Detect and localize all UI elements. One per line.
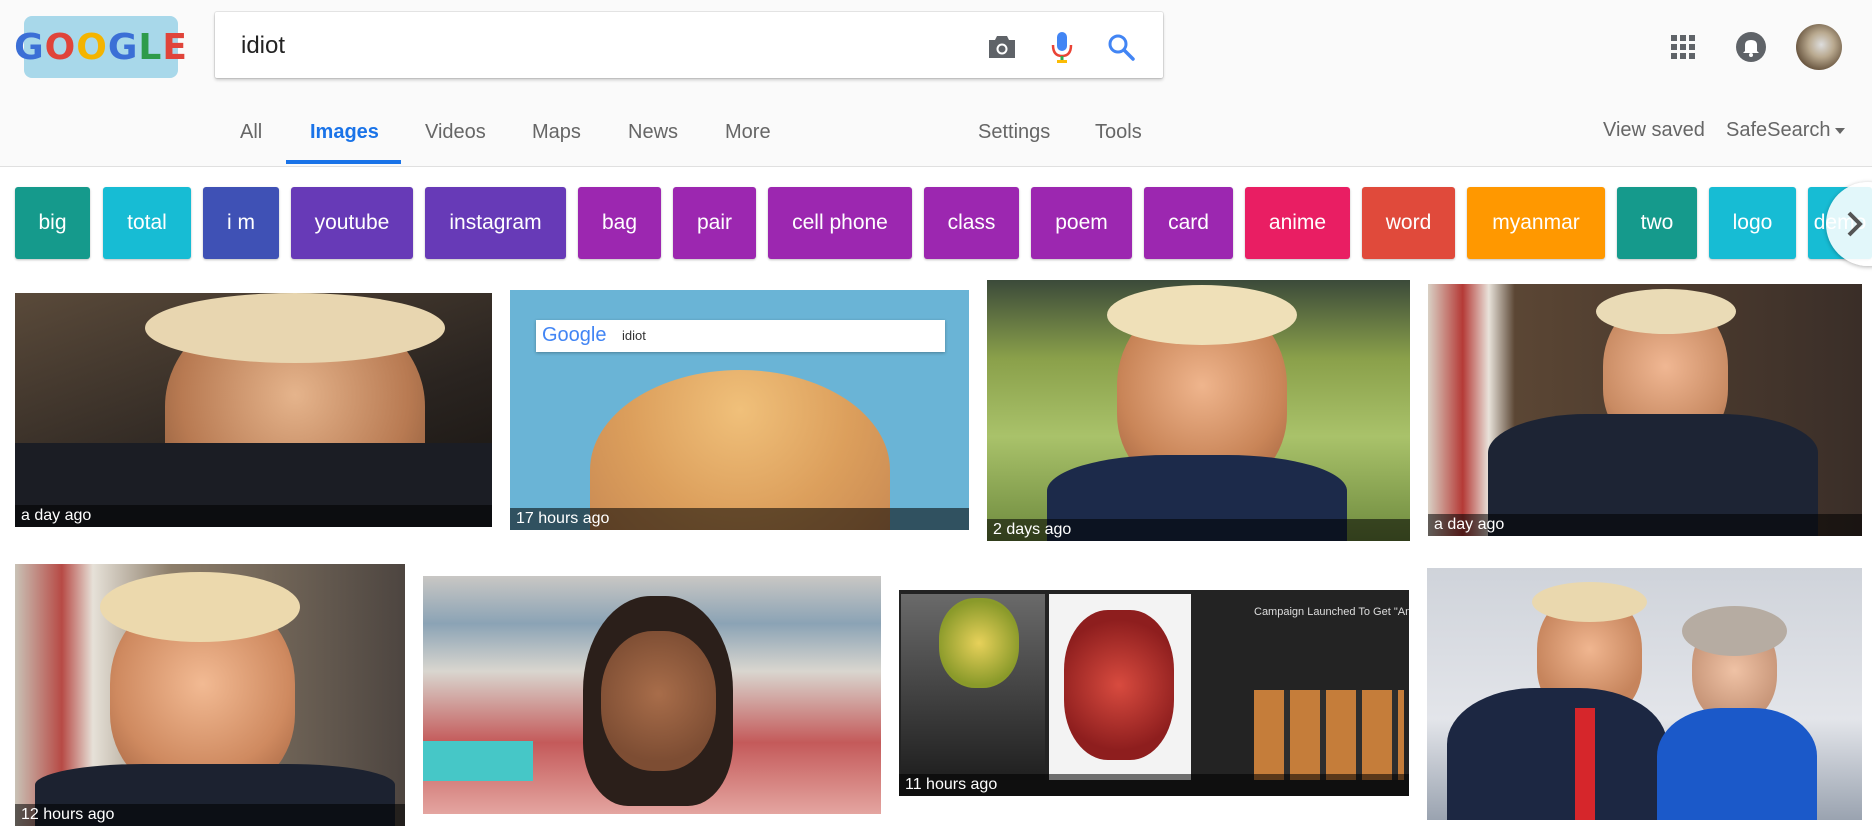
related-chip[interactable]: total: [103, 187, 191, 259]
chip-label: two: [1640, 211, 1674, 234]
caret-down-icon: [1834, 127, 1845, 134]
photo-google-logo: Google: [542, 324, 607, 346]
chip-label: bag: [601, 211, 638, 234]
photo-hair: [1596, 289, 1736, 334]
tab-more[interactable]: More: [725, 100, 771, 164]
chip-label: myanmar: [1492, 211, 1580, 234]
chip-label: big: [38, 211, 67, 234]
image-result[interactable]: Campaign Launched To Get "Americ 11 hour…: [899, 590, 1409, 796]
image-result[interactable]: a day ago: [15, 293, 492, 527]
related-chip[interactable]: poem: [1031, 187, 1132, 259]
photo-hair: [939, 598, 1019, 688]
photo-hair: [1532, 582, 1647, 622]
chip-label: poem: [1055, 211, 1108, 234]
related-chip[interactable]: cell phone: [768, 187, 912, 259]
active-tab-indicator: [286, 160, 401, 164]
chip-label: class: [947, 211, 996, 234]
chip-label: total: [127, 211, 167, 234]
logo-letter: G: [14, 26, 45, 68]
image-result[interactable]: 12 hours ago: [15, 564, 405, 826]
photo-grenade: [1064, 610, 1174, 760]
image-timestamp: 2 days ago: [987, 519, 1410, 541]
photo-jacket: [1657, 708, 1817, 820]
related-chip[interactable]: two: [1617, 187, 1697, 259]
chip-label: anime: [1268, 211, 1327, 234]
safesearch-menu[interactable]: SafeSearch: [1726, 100, 1845, 160]
image-result[interactable]: [423, 576, 881, 814]
google-doodle-logo[interactable]: GOOGLE: [14, 16, 187, 78]
logo-letter: O: [76, 26, 108, 68]
logo-letter: O: [44, 26, 77, 68]
chip-label: cell phone: [792, 211, 888, 234]
related-chip[interactable]: class: [924, 187, 1019, 259]
photo-hair: [1107, 285, 1297, 345]
camera-icon[interactable]: [985, 30, 1019, 64]
photo-hair: [145, 293, 445, 363]
chip-label: i m: [227, 211, 255, 234]
photo-head: [590, 370, 890, 530]
image-result[interactable]: [1427, 568, 1862, 820]
apps-grid-icon[interactable]: [1666, 30, 1700, 64]
photo-suit: [1447, 688, 1667, 820]
related-chip[interactable]: pair: [673, 187, 756, 259]
search-box: [215, 12, 1163, 78]
logo-letter: L: [138, 26, 163, 68]
photo-searchbar: Google idiot: [536, 320, 945, 352]
tab-images[interactable]: Images: [310, 100, 379, 164]
notifications-bell-icon[interactable]: [1734, 30, 1768, 64]
tab-all[interactable]: All: [240, 100, 262, 164]
related-chip[interactable]: logo: [1709, 187, 1796, 259]
tab-videos[interactable]: Videos: [425, 100, 486, 164]
image-timestamp: 12 hours ago: [15, 804, 405, 826]
image-timestamp: 11 hours ago: [899, 774, 1409, 796]
safesearch-label: SafeSearch: [1726, 119, 1831, 141]
chip-label: logo: [1732, 211, 1773, 234]
related-chip[interactable]: instagram: [425, 187, 566, 259]
image-result[interactable]: a day ago: [1428, 284, 1862, 536]
photo-caption: Campaign Launched To Get "Americ: [1254, 606, 1409, 618]
account-avatar[interactable]: [1796, 24, 1842, 70]
logo-letter: G: [107, 26, 139, 68]
photo-face: [601, 631, 716, 771]
image-timestamp: a day ago: [1428, 514, 1862, 536]
image-result[interactable]: 2 days ago: [987, 280, 1410, 541]
image-timestamp: a day ago: [15, 505, 492, 527]
chip-label: card: [1168, 211, 1209, 234]
microphone-icon[interactable]: [1045, 30, 1079, 64]
photo-hair-2: [1682, 606, 1787, 656]
image-timestamp: 17 hours ago: [510, 508, 969, 530]
logo-letter: E: [162, 26, 188, 68]
tab-news[interactable]: News: [628, 100, 678, 164]
image-result[interactable]: Google idiot 17 hours ago: [510, 290, 969, 530]
photo-related-grid: [1254, 690, 1404, 780]
search-icon[interactable]: [1104, 30, 1138, 64]
chip-label: word: [1385, 211, 1432, 234]
tab-maps[interactable]: Maps: [532, 100, 581, 164]
related-chip[interactable]: bag: [578, 187, 661, 259]
related-chip[interactable]: card: [1144, 187, 1233, 259]
tab-tools[interactable]: Tools: [1095, 100, 1142, 164]
photo-tie: [1575, 708, 1595, 820]
chip-label: youtube: [314, 211, 390, 234]
related-chip[interactable]: big: [15, 187, 90, 259]
related-chip[interactable]: i m: [203, 187, 279, 259]
tab-settings[interactable]: Settings: [978, 100, 1050, 164]
view-saved-link[interactable]: View saved: [1603, 100, 1705, 160]
search-input[interactable]: [239, 28, 963, 64]
related-chip[interactable]: myanmar: [1467, 187, 1605, 259]
related-chip[interactable]: youtube: [291, 187, 413, 259]
related-chip[interactable]: word: [1362, 187, 1455, 259]
chip-label: pair: [696, 211, 733, 234]
chips-next-button[interactable]: [1826, 182, 1872, 266]
photo-background-object: [423, 741, 533, 781]
photo-search-text: idiot: [622, 328, 646, 343]
related-chip[interactable]: anime: [1245, 187, 1350, 259]
chip-label: instagram: [449, 211, 542, 234]
photo-hair: [100, 572, 300, 642]
